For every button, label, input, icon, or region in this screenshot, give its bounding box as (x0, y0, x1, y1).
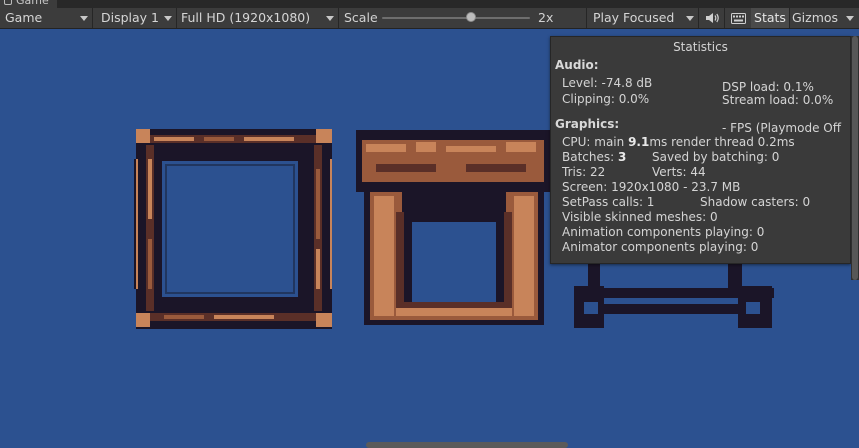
keyboard-shortcuts-button[interactable] (727, 8, 749, 28)
mute-audio-button[interactable] (701, 8, 723, 28)
graphics-skinned-meshes: Visible skinned meshes: 0 (562, 210, 718, 224)
stats-title: Statistics (673, 40, 728, 54)
batches-label: Batches: (562, 150, 618, 164)
audio-heading: Audio: (555, 58, 599, 72)
audio-level: Level: -74.8 dB (562, 76, 653, 90)
resolution-label: Full HD (1920x1080) (181, 10, 311, 25)
toolbar-divider (586, 8, 587, 28)
wooden-box-sprite (356, 130, 550, 325)
scale-label: Scale (344, 10, 378, 25)
platform-frame-sprite (574, 258, 774, 328)
toolbar-divider (338, 8, 339, 28)
toolbar-divider (698, 8, 699, 28)
graphics-cpu: CPU: main 9.1ms render thread 0.2ms (562, 135, 795, 149)
graphics-animator-components: Animator components playing: 0 (562, 240, 759, 254)
chevron-down-icon (326, 16, 334, 21)
graphics-batches: Batches: 3 (562, 150, 626, 164)
toolbar-divider (724, 8, 725, 28)
scale-value: 2x (538, 10, 554, 25)
audio-stream-load: Stream load: 0.0% (722, 93, 834, 107)
cpu-label: CPU: main (562, 135, 629, 149)
game-controller-icon (4, 0, 12, 5)
play-mode-dropdown[interactable]: Play Focused (588, 8, 698, 28)
scale-slider-track[interactable] (382, 17, 530, 19)
chevron-down-icon (686, 16, 694, 21)
batches-value: 3 (618, 150, 627, 164)
wooden-frame-sprite (134, 129, 332, 329)
gizmos-dropdown[interactable] (840, 8, 859, 28)
keyboard-icon (730, 12, 746, 24)
game-tab-label: Game (16, 0, 49, 7)
speaker-icon (706, 13, 719, 23)
cpu-main-value: 9.1 (628, 135, 650, 149)
graphics-fps: - FPS (Playmode Off (722, 121, 841, 135)
graphics-animation-components: Animation components playing: 0 (562, 225, 765, 239)
horizontal-scrollbar-thumb[interactable] (366, 442, 568, 448)
chevron-down-icon (80, 16, 88, 21)
resolution-dropdown[interactable]: Full HD (1920x1080) (176, 8, 338, 28)
cpu-render-thread: ms render thread 0.2ms (649, 135, 795, 149)
audio-clipping: Clipping: 0.0% (562, 92, 650, 106)
graphics-verts: Verts: 44 (652, 165, 706, 179)
graphics-setpass: SetPass calls: 1 (562, 195, 655, 209)
gizmos-button[interactable]: Gizmos (790, 8, 840, 28)
audio-dsp-load: DSP load: 0.1% (722, 80, 814, 94)
view-mode-dropdown[interactable]: Game (0, 8, 92, 28)
toolbar-divider (92, 8, 93, 28)
graphics-shadow-casters: Shadow casters: 0 (700, 195, 811, 209)
vertical-scrollbar-thumb[interactable] (852, 36, 858, 280)
graphics-tris: Tris: 22 (562, 165, 606, 179)
play-mode-label: Play Focused (593, 10, 675, 25)
vertical-scrollbar[interactable] (851, 36, 859, 280)
game-view-toolbar: Game Display 1 Full HD (1920x1080) Scale… (0, 8, 859, 29)
graphics-saved-batching: Saved by batching: 0 (652, 150, 780, 164)
chevron-down-icon (846, 16, 854, 21)
statistics-panel: Statistics Audio: Level: -74.8 dB DSP lo… (550, 36, 851, 264)
view-mode-label: Game (5, 10, 43, 25)
window-tab-strip: Game (0, 0, 859, 8)
display-label: Display 1 (101, 10, 160, 25)
scale-slider-handle[interactable] (465, 12, 476, 22)
chevron-down-icon (164, 16, 172, 21)
game-window-tab[interactable]: Game (0, 0, 57, 8)
display-dropdown[interactable]: Display 1 (96, 8, 176, 28)
stats-toggle-button[interactable]: Stats (751, 8, 789, 28)
graphics-heading: Graphics: (555, 117, 620, 131)
graphics-screen: Screen: 1920x1080 - 23.7 MB (562, 180, 741, 194)
